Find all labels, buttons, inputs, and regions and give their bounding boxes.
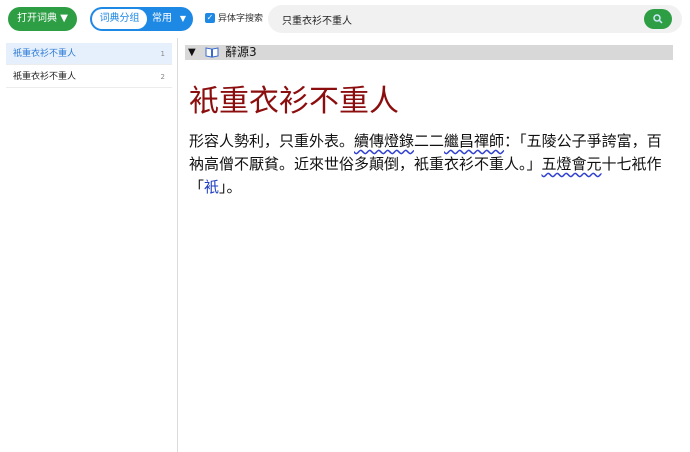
dictionary-group-switch[interactable]: 词典分组 常用 ▼ [90, 7, 193, 31]
variant-search-checkbox[interactable]: ✓ [205, 13, 215, 23]
search-button[interactable] [644, 9, 672, 29]
open-dictionary-button[interactable]: 打开词典 ▼ [8, 7, 77, 31]
cross-reference-link[interactable]: 衹 [204, 178, 219, 196]
search-icon [653, 14, 663, 24]
result-list-item[interactable]: 衹重衣衫不重人 2 [6, 66, 172, 88]
result-item-number: 1 [160, 50, 165, 58]
source-name[interactable]: 繼昌禪師 [444, 132, 504, 150]
common-group-tab[interactable]: 常用 [148, 7, 176, 31]
search-box [268, 5, 682, 33]
search-input[interactable] [282, 9, 622, 29]
definition-text: 」。 [219, 178, 242, 196]
chevron-down-icon[interactable]: ▼ [175, 7, 191, 31]
definition-text: 形容人勢利，只重外表。 [189, 132, 355, 150]
result-list-item[interactable]: 衹重衣衫不重人 1 [6, 43, 172, 65]
collapse-triangle-icon[interactable]: ▼ [188, 45, 196, 60]
entry-definition: 形容人勢利，只重外表。續傳燈錄二二繼昌禪師：「五陵公子爭誇富，百衲高僧不厭貧。近… [189, 130, 671, 199]
dictionary-group-tab[interactable]: 词典分组 [92, 9, 147, 29]
entry-headword: 衹重衣衫不重人 [189, 84, 399, 119]
results-sidebar: 衹重衣衫不重人 1 衹重衣衫不重人 2 [0, 38, 178, 452]
result-item-label: 衹重衣衫不重人 [13, 72, 77, 82]
source-book-title[interactable]: 續傳燈錄 [354, 132, 414, 150]
definition-text: 二二 [414, 132, 445, 150]
book-icon [205, 47, 219, 58]
variant-search-label: 异体字搜索 [218, 14, 264, 24]
result-item-label: 衹重衣衫不重人 [13, 49, 77, 59]
toolbar: 打开词典 ▼ 词典分组 常用 ▼ ✓ 异体字搜索 [0, 0, 690, 38]
dictionary-section-header[interactable]: ▼ 辭源3 [185, 45, 673, 60]
dictionary-name: 辭源3 [225, 45, 257, 59]
result-item-number: 2 [160, 73, 165, 81]
entry-content: ▼ 辭源3 衹重衣衫不重人 形容人勢利，只重外表。續傳燈錄二二繼昌禪師：「五陵公… [179, 38, 690, 452]
source-book-title[interactable]: 五燈會元 [542, 155, 602, 173]
